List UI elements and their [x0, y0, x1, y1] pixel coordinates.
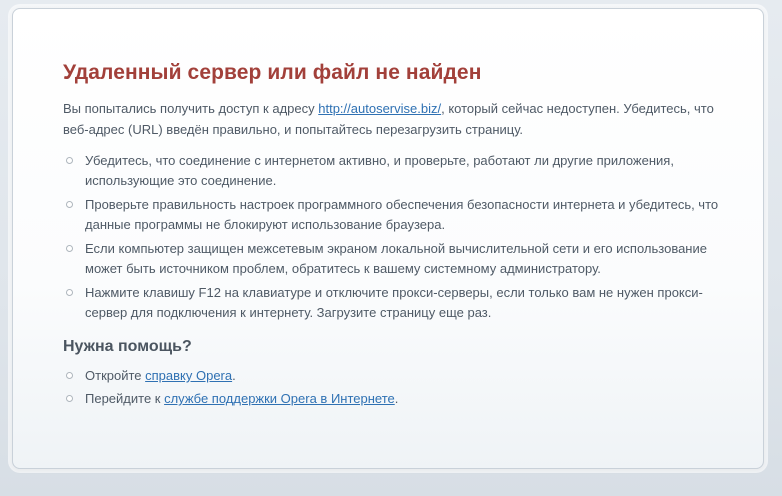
bullet-icon	[66, 372, 73, 379]
list-item: Проверьте правильность настроек программ…	[64, 195, 724, 235]
list-item: Убедитесь, что соединение с интернетом а…	[64, 151, 724, 191]
list-item: Нажмите клавишу F12 на клавиатуре и откл…	[64, 283, 724, 323]
tip-text: Проверьте правильность настроек программ…	[85, 197, 719, 232]
opera-help-link[interactable]: справку Opera	[145, 368, 232, 383]
bullet-icon	[66, 245, 73, 252]
intro-text-before: Вы попытались получить доступ к адресу	[63, 101, 319, 116]
error-description: Вы попытались получить доступ к адресу h…	[63, 98, 723, 140]
help-heading: Нужна помощь?	[63, 338, 192, 355]
bullet-icon	[66, 289, 73, 296]
help-list: Откройте справку Opera. Перейдите к служ…	[64, 366, 724, 412]
bullet-icon	[66, 157, 73, 164]
bullet-icon	[66, 201, 73, 208]
tip-text: Убедитесь, что соединение с интернетом а…	[85, 153, 674, 188]
help-text-before: Откройте	[85, 368, 146, 383]
help-text-after: .	[232, 368, 236, 383]
bullet-icon	[66, 395, 73, 402]
list-item: Перейдите к службе поддержки Opera в Инт…	[64, 389, 724, 409]
opera-support-link[interactable]: службе поддержки Opera в Интернете	[164, 391, 395, 406]
help-text-before: Перейдите к	[85, 391, 165, 406]
troubleshooting-list: Убедитесь, что соединение с интернетом а…	[64, 151, 724, 327]
list-item: Откройте справку Opera.	[64, 366, 724, 386]
page-title: Удаленный сервер или файл не найден	[63, 61, 482, 84]
tip-text: Нажмите клавишу F12 на клавиатуре и откл…	[85, 285, 703, 320]
list-item: Если компьютер защищен межсетевым экрано…	[64, 239, 724, 279]
tip-text: Если компьютер защищен межсетевым экрано…	[85, 241, 707, 276]
help-text-after: .	[394, 391, 399, 406]
requested-url-link[interactable]: http://autoservise.biz/	[318, 101, 441, 116]
